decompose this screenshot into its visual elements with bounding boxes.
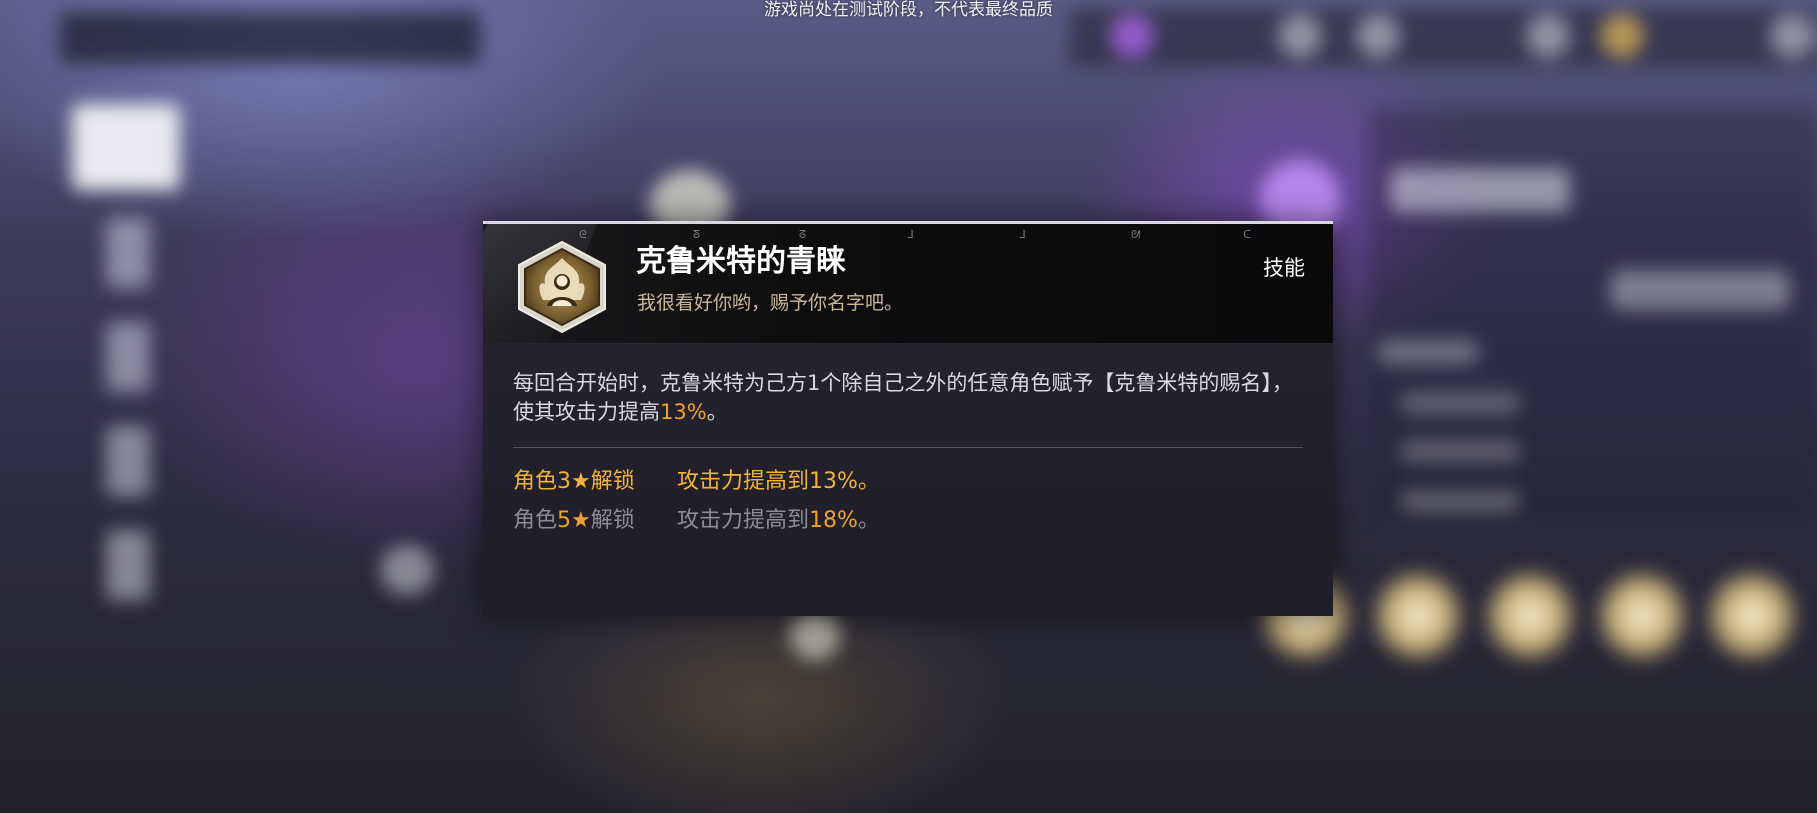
side-menu-item — [106, 322, 150, 392]
flaming-figure-hexagon-icon — [518, 240, 606, 334]
light-glow — [790, 610, 840, 660]
star-requirement: 3★ — [557, 469, 591, 494]
rune-decoration: ᒧ — [907, 228, 914, 241]
skill-type-label: 技能 — [1263, 256, 1305, 280]
right-panel-row — [1400, 490, 1520, 512]
effect-end: 。 — [857, 508, 880, 533]
resource-icon — [1526, 14, 1570, 58]
description-end: 。 — [706, 400, 728, 424]
right-panel-row — [1400, 440, 1520, 462]
unlock-effect: 攻击力提高到13%。 — [677, 467, 880, 497]
side-menu-item — [106, 530, 150, 600]
effect-value: 18% — [809, 508, 858, 533]
ability-orb — [1372, 570, 1464, 662]
effect-end: 。 — [857, 469, 880, 494]
resource-icon — [1770, 14, 1814, 58]
unlock-suffix: 解锁 — [590, 508, 635, 533]
resource-icon — [1110, 14, 1154, 58]
divider — [513, 447, 1303, 448]
rune-decoration: ᘔ — [799, 228, 807, 241]
effect-text: 攻击力提高到 — [677, 469, 810, 494]
light-glow — [380, 545, 434, 595]
resource-icon — [1600, 14, 1644, 58]
right-panel-row — [1400, 392, 1520, 414]
star-requirement: 5★ — [557, 508, 591, 533]
right-panel-buttons — [1610, 270, 1790, 310]
rune-decoration: ᒧ — [1019, 228, 1026, 241]
ability-orb — [1484, 570, 1576, 662]
rune-decoration: ᘛ — [1131, 228, 1141, 241]
rune-decoration: ᑕ — [1243, 228, 1252, 241]
rune-decoration: ᘕ — [693, 228, 701, 241]
right-panel-section-label — [1378, 340, 1478, 364]
unlock-prefix: 角色 — [513, 508, 558, 533]
skill-quote: 我很看好你哟，赐予你名字吧。 — [637, 292, 904, 314]
effect-value: 13% — [809, 469, 858, 494]
ability-orb — [1706, 570, 1798, 662]
unlock-condition: 角色3★解锁 — [513, 467, 635, 497]
unlock-prefix: 角色 — [513, 469, 558, 494]
description-text: 每回合开始时，克鲁米特为己方1个除自己之外的任意角色赋予【克鲁米特的赐名】，使其… — [513, 371, 1293, 424]
ability-orb — [1596, 570, 1688, 662]
side-menu-logo — [72, 104, 180, 190]
skill-description: 每回合开始时，克鲁米特为己方1个除自己之外的任意角色赋予【克鲁米特的赐名】，使其… — [513, 369, 1303, 427]
side-menu-item — [106, 426, 150, 496]
resource-icon — [1278, 14, 1322, 58]
test-stage-notice: 游戏尚处在测试阶段，不代表最终品质 — [764, 0, 1053, 20]
skill-detail-popup: ᘓ ᘕ ᘔ ᒧ ᒧ ᘛ ᑕ 克鲁米特的青睐 我很看好你哟，赐予你名字吧。 技能 … — [483, 221, 1333, 616]
description-value: 13% — [660, 400, 707, 424]
unlock-suffix: 解锁 — [590, 469, 635, 494]
game-background: 游戏尚处在测试阶段，不代表最终品质 ᘓ ᘕ ᘔ ᒧ ᒧ ᘛ ᑕ 克鲁米特的青睐 … — [0, 0, 1817, 813]
right-panel-title — [1390, 168, 1570, 212]
unlock-condition: 角色5★解锁 — [513, 506, 635, 536]
resource-icon — [1356, 14, 1400, 58]
skill-header: ᘓ ᘕ ᘔ ᒧ ᒧ ᘛ ᑕ 克鲁米特的青睐 我很看好你哟，赐予你名字吧。 技能 — [483, 224, 1333, 343]
side-menu-item — [106, 218, 150, 288]
skill-name: 克鲁米特的青睐 — [636, 244, 846, 279]
unlock-effect: 攻击力提高到18%。 — [677, 506, 880, 536]
effect-text: 攻击力提高到 — [677, 508, 810, 533]
